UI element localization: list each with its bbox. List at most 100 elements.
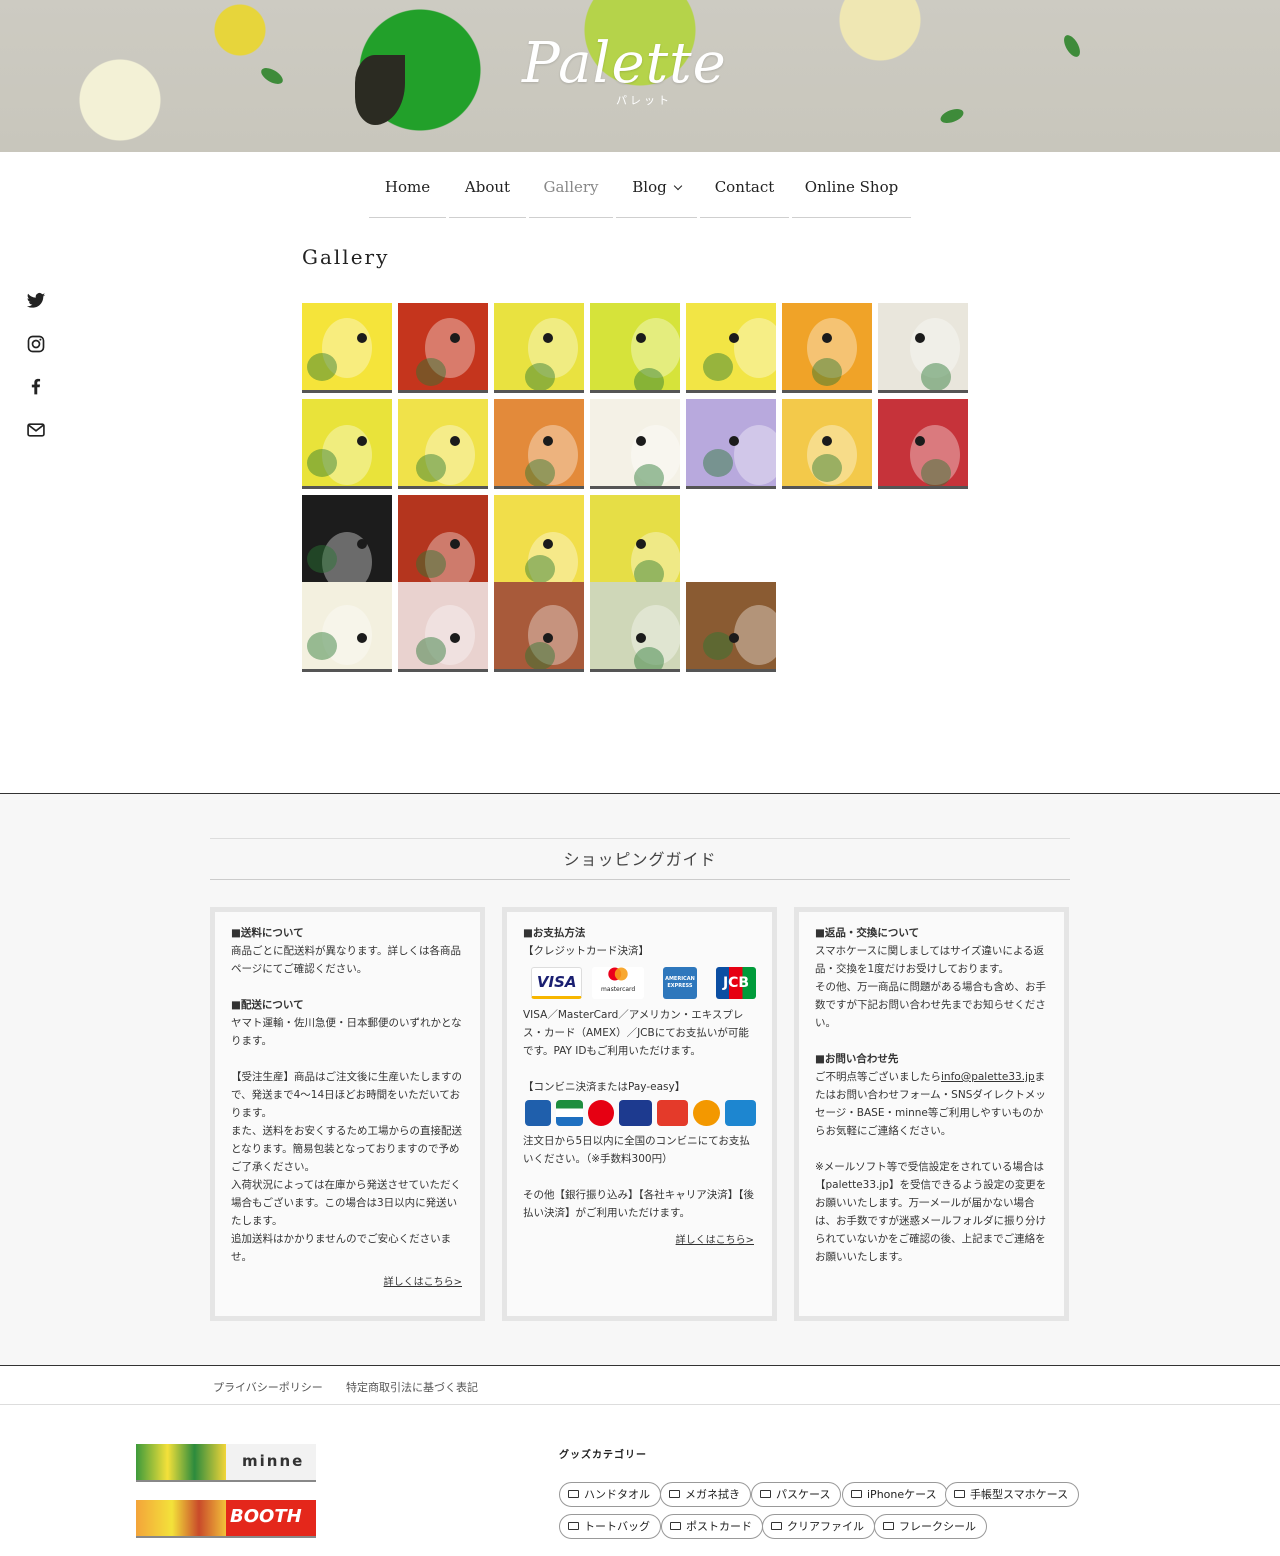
convenience-store-text: 注文日から5日以内に全国のコンビニにてお支払いください。（※手数料300円） — [523, 1135, 750, 1165]
mail-icon[interactable] — [26, 420, 46, 440]
category-tag[interactable]: クリアファイル — [762, 1514, 875, 1539]
gallery-thumbnail[interactable] — [686, 582, 776, 672]
minne-banner[interactable]: minne — [136, 1444, 316, 1482]
gallery-thumbnail[interactable] — [398, 582, 488, 672]
booth-banner[interactable]: BOOTH — [136, 1500, 316, 1538]
privacy-policy-link[interactable]: プライバシーポリシー — [213, 1379, 323, 1395]
thumbnail-art-shape — [357, 633, 367, 643]
gallery-thumbnail[interactable] — [494, 582, 584, 672]
mastercard-logo: mastercard — [592, 967, 644, 999]
shipping-more-link[interactable]: 詳しくはこちら> — [384, 1274, 462, 1292]
category-tag-label: 手帳型スマホケース — [970, 1488, 1069, 1501]
thumbnail-art-shape — [450, 633, 460, 643]
parrot-beak-decoration — [355, 55, 405, 125]
thumbnail-art-shape — [734, 425, 776, 485]
gallery-thumbnail[interactable] — [782, 399, 872, 489]
thumbnail-art-shape — [450, 333, 460, 343]
thumbnail-art-shape — [525, 642, 555, 669]
category-tag[interactable]: iPhoneケース — [842, 1482, 948, 1507]
gallery-thumbnail[interactable] — [302, 303, 392, 393]
category-tag-label: メガネ拭き — [685, 1488, 740, 1501]
category-tag[interactable]: パスケース — [751, 1482, 842, 1507]
thumbnail-art-shape — [416, 637, 446, 665]
folder-icon — [568, 1522, 579, 1530]
instagram-icon[interactable] — [26, 334, 46, 354]
gallery-thumbnail[interactable] — [398, 495, 488, 585]
gallery-thumbnail[interactable] — [494, 303, 584, 393]
thumbnail-art-shape — [525, 459, 555, 486]
nav-about[interactable]: About — [449, 152, 526, 218]
visa-logo: VISA — [531, 967, 583, 999]
thumbnail-art-shape — [543, 436, 553, 446]
folder-icon — [568, 1490, 579, 1498]
gallery-thumbnail[interactable] — [398, 303, 488, 393]
category-tag[interactable]: メガネ拭き — [660, 1482, 751, 1507]
twitter-icon[interactable] — [26, 291, 46, 311]
nav-online-shop[interactable]: Online Shop — [792, 152, 911, 218]
folder-icon — [883, 1522, 894, 1530]
shipping-card: ■送料について 商品ごとに配送料が異なります。詳しくは各商品ページにてご確認くだ… — [210, 907, 485, 1321]
footer-links-bar: プライバシーポリシー 特定商取引法に基づく表記 — [0, 1365, 1280, 1405]
email-link[interactable]: info@palette33.jp — [941, 1071, 1035, 1083]
header-hero-image: Palette パレット — [0, 0, 1280, 152]
thumbnail-art-shape — [357, 333, 367, 343]
thumbnail-art-shape — [921, 363, 951, 390]
gallery-thumbnail[interactable] — [398, 399, 488, 489]
thumbnail-art-shape — [357, 436, 367, 446]
category-tag-label: フレークシール — [899, 1520, 976, 1533]
thumbnail-art-shape — [915, 436, 925, 446]
leaf-decoration — [938, 106, 966, 126]
gallery-thumbnail[interactable] — [494, 399, 584, 489]
gallery-thumbnail[interactable] — [590, 399, 680, 489]
category-tag[interactable]: ポストカード — [661, 1514, 763, 1539]
thumbnail-art-shape — [636, 539, 646, 549]
nav-home[interactable]: Home — [369, 152, 446, 218]
thumbnail-art-shape — [734, 318, 776, 378]
category-tag-label: ポストカード — [686, 1520, 752, 1533]
gallery-thumbnail[interactable] — [782, 303, 872, 393]
gallery-thumbnail[interactable] — [686, 399, 776, 489]
thumbnail-art-shape — [703, 449, 733, 477]
thumbnail-art-shape — [812, 358, 842, 386]
category-tag-label: パスケース — [776, 1488, 831, 1501]
gallery-thumbnail[interactable] — [878, 303, 968, 393]
gallery-thumbnail[interactable] — [590, 582, 680, 672]
category-tag[interactable]: 手帳型スマホケース — [945, 1482, 1080, 1507]
thumbnail-art-shape — [634, 647, 664, 669]
thumbnail-art-shape — [822, 333, 832, 343]
category-tag[interactable]: ハンドタオル — [559, 1482, 661, 1507]
gallery-thumbnail[interactable] — [686, 303, 776, 393]
nav-blog[interactable]: Blog — [616, 152, 697, 218]
nav-contact[interactable]: Contact — [700, 152, 789, 218]
gallery-thumbnail[interactable] — [302, 582, 392, 672]
thumbnail-art-shape — [307, 632, 337, 660]
thumbnail-art-shape — [543, 539, 553, 549]
returns-text: スマホケースに関しましてはサイズ違いによる返品・交換を1度だけお受けしております… — [815, 945, 1046, 1029]
payment-more-link[interactable]: 詳しくはこちら> — [676, 1232, 754, 1250]
lawson-logo — [525, 1100, 552, 1126]
credit-card-logos: VISA mastercard AMERICAN EXPRESS JCB — [531, 966, 756, 1000]
delivery-text: ヤマト運輸・佐川急便・日本郵便のいずれかとなります。 — [231, 1017, 462, 1047]
shipping-heading: ■送料について — [231, 927, 304, 939]
category-tag[interactable]: トートバッグ — [559, 1514, 661, 1539]
folder-icon — [771, 1522, 782, 1530]
gallery-thumbnail[interactable] — [878, 399, 968, 489]
gallery-thumbnail[interactable] — [590, 303, 680, 393]
gallery-thumbnail[interactable] — [302, 399, 392, 489]
gallery-thumbnail[interactable] — [302, 495, 392, 585]
category-tag[interactable]: フレークシール — [874, 1514, 987, 1539]
thumbnail-art-shape — [525, 555, 555, 582]
banner-artwork — [136, 1444, 226, 1480]
facebook-icon[interactable] — [26, 376, 46, 396]
thumbnail-art-shape — [307, 449, 337, 477]
amex-logo: AMERICAN EXPRESS — [662, 967, 698, 999]
category-tag-label: トートバッグ — [584, 1520, 650, 1533]
seicomart-logo — [693, 1100, 720, 1126]
thumbnail-art-shape — [307, 545, 337, 573]
nav-gallery[interactable]: Gallery — [529, 152, 613, 218]
tokushoho-link[interactable]: 特定商取引法に基づく表記 — [346, 1379, 478, 1395]
gallery-thumbnail[interactable] — [494, 495, 584, 585]
thumbnail-art-shape — [636, 633, 646, 643]
thumbnail-art-shape — [915, 333, 925, 343]
gallery-thumbnail[interactable] — [590, 495, 680, 585]
